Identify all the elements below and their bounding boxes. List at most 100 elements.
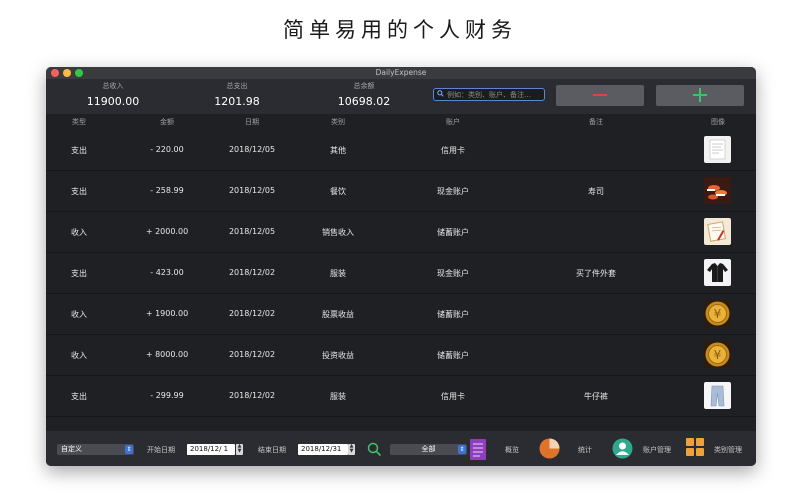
- stats-label[interactable]: 统计: [578, 445, 592, 455]
- expense-value: 1201.98: [214, 95, 260, 108]
- row-type: 收入: [71, 351, 87, 360]
- user-icon[interactable]: [612, 438, 633, 459]
- expense-summary: 总支出 1201.98: [172, 80, 302, 108]
- row-amount: - 299.99: [150, 391, 184, 400]
- row-note: 买了件外套: [576, 269, 616, 278]
- search-icon: [437, 90, 444, 97]
- gold-coin-image[interactable]: ¥: [704, 300, 731, 327]
- row-date: 2018/12/02: [228, 268, 276, 277]
- balance-label: 总余额: [353, 82, 375, 90]
- start-date-input[interactable]: 2018/12/ 1: [187, 444, 235, 455]
- end-date-input[interactable]: 2018/12/31: [298, 444, 348, 455]
- row-date: 2018/12/05: [228, 145, 276, 154]
- row-date: 2018/12/02: [228, 350, 276, 359]
- categories-label[interactable]: 类别管理: [714, 445, 742, 455]
- add-expense-button[interactable]: [556, 85, 644, 106]
- chevron-updown-icon: ⇕: [125, 445, 133, 454]
- overview-label[interactable]: 概览: [505, 445, 519, 455]
- column-amount[interactable]: 金额: [126, 117, 208, 127]
- row-note: 寿司: [588, 187, 604, 196]
- income-summary: 总收入 11900.00: [48, 80, 178, 108]
- row-type: 支出: [71, 187, 87, 196]
- end-date-label: 结束日期: [258, 446, 286, 454]
- row-amount: + 1900.00: [145, 309, 189, 318]
- row-account: 现金账户: [437, 187, 469, 196]
- grid-icon[interactable]: [686, 438, 704, 456]
- search-input[interactable]: 例如：类别、账户、备注…: [433, 88, 545, 101]
- headline: 简单易用的个人财务: [283, 18, 517, 42]
- table-row[interactable]: 收入 + 1900.00 2018/12/02 股票收益 储蓄账户 ¥: [46, 294, 756, 335]
- row-account: 信用卡: [441, 146, 465, 155]
- table-row[interactable]: 支出 - 220.00 2018/12/05 其他 信用卡: [46, 130, 756, 171]
- jeans-image[interactable]: [704, 382, 731, 409]
- row-date: 2018/12/05: [228, 227, 276, 236]
- row-account: 储蓄账户: [437, 228, 469, 237]
- income-value: 11900.00: [86, 95, 140, 108]
- row-category: 服装: [330, 269, 346, 278]
- table-row[interactable]: 收入 + 8000.00 2018/12/02 投资收益 储蓄账户 ¥: [46, 335, 756, 376]
- row-date: 2018/12/05: [228, 186, 276, 195]
- row-account: 储蓄账户: [437, 351, 469, 360]
- transaction-table: 支出 - 220.00 2018/12/05 其他 信用卡 支出 - 258.9…: [46, 130, 756, 417]
- accounts-label[interactable]: 账户管理: [643, 445, 671, 455]
- row-type: 收入: [71, 310, 87, 319]
- column-account[interactable]: 账户: [408, 117, 498, 127]
- start-date-stepper[interactable]: ▲ ▼: [236, 444, 243, 455]
- row-account: 储蓄账户: [437, 310, 469, 319]
- range-select-value: 自定义: [61, 445, 82, 453]
- row-category: 投资收益: [322, 351, 354, 360]
- table-row[interactable]: 支出 - 258.99 2018/12/05 餐饮 现金账户 寿司: [46, 171, 756, 212]
- minus-icon: [593, 94, 607, 96]
- pie-chart-icon[interactable]: [539, 438, 560, 459]
- row-type: 支出: [71, 146, 87, 155]
- row-category: 其他: [330, 146, 346, 155]
- column-note[interactable]: 备注: [546, 117, 646, 127]
- row-category: 股票收益: [322, 310, 354, 319]
- row-category: 餐饮: [330, 187, 346, 196]
- column-category[interactable]: 类别: [296, 117, 380, 127]
- balance-summary: 总余额 10698.02: [299, 80, 429, 108]
- jacket-image[interactable]: [704, 259, 731, 286]
- balance-value: 10698.02: [337, 95, 391, 108]
- row-note: 牛仔裤: [584, 392, 608, 401]
- filter-select[interactable]: 全部 ⇕: [390, 444, 467, 455]
- column-image[interactable]: 图像: [696, 117, 740, 127]
- row-date: 2018/12/02: [228, 309, 276, 318]
- row-category: 服装: [330, 392, 346, 401]
- add-income-button[interactable]: [656, 85, 744, 106]
- row-amount: - 258.99: [150, 186, 184, 195]
- column-type[interactable]: 类型: [46, 117, 112, 127]
- app-window: DailyExpense 总收入 11900.00 总支出 1201.98 总余…: [46, 67, 756, 466]
- table-row[interactable]: 支出 - 299.99 2018/12/02 服装 信用卡 牛仔裤: [46, 376, 756, 417]
- end-date-stepper[interactable]: ▲ ▼: [348, 444, 355, 455]
- svg-text:¥: ¥: [714, 307, 722, 321]
- table-header: 类型 金额 日期 类别 账户 备注 图像: [46, 115, 756, 129]
- row-account: 现金账户: [437, 269, 469, 278]
- notebook-image[interactable]: [704, 218, 731, 245]
- receipt-image[interactable]: [704, 136, 731, 163]
- row-category: 销售收入: [322, 228, 354, 237]
- table-row[interactable]: 支出 - 423.00 2018/12/02 服装 现金账户 买了件外套: [46, 253, 756, 294]
- row-type: 支出: [71, 392, 87, 401]
- search-icon[interactable]: [367, 442, 382, 457]
- row-date: 2018/12/02: [228, 391, 276, 400]
- row-amount: + 2000.00: [145, 227, 189, 236]
- footer-toolbar: 自定义 ⇕ 开始日期 2018/12/ 1 ▲ ▼ 结束日期 2018/12/31…: [46, 431, 756, 466]
- row-amount: + 8000.00: [145, 350, 189, 359]
- row-type: 支出: [71, 269, 87, 278]
- column-date[interactable]: 日期: [212, 117, 292, 127]
- filter-select-value: 全部: [421, 445, 436, 453]
- income-label: 总收入: [102, 82, 124, 90]
- row-amount: - 423.00: [150, 268, 184, 277]
- title-bar: DailyExpense: [46, 67, 756, 80]
- gold-coin-image[interactable]: ¥: [704, 341, 731, 368]
- range-select[interactable]: 自定义 ⇕: [57, 444, 134, 455]
- row-type: 收入: [71, 228, 87, 237]
- row-account: 信用卡: [441, 392, 465, 401]
- document-icon[interactable]: [470, 439, 486, 460]
- sushi-image[interactable]: [704, 177, 731, 204]
- search-placeholder: 例如：类别、账户、备注…: [447, 91, 531, 99]
- summary-bar: 总收入 11900.00 总支出 1201.98 总余额 10698.02 例如…: [46, 80, 756, 114]
- table-row[interactable]: 收入 + 2000.00 2018/12/05 销售收入 储蓄账户: [46, 212, 756, 253]
- svg-text:¥: ¥: [714, 348, 722, 362]
